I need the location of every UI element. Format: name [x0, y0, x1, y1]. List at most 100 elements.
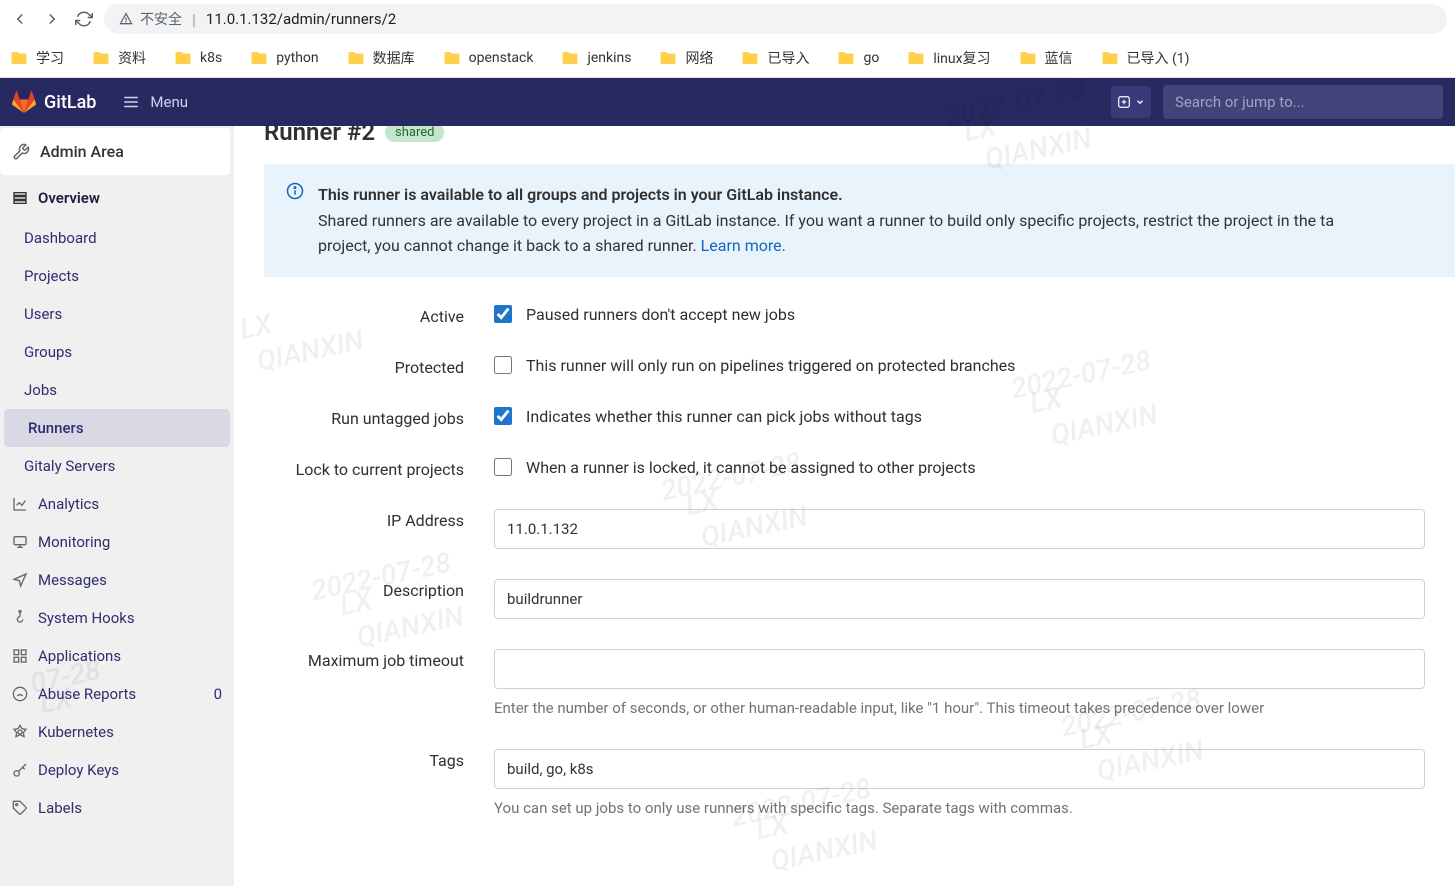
sidebar-item-groups[interactable]: Groups	[0, 333, 234, 371]
abuse-icon	[12, 686, 28, 702]
hooks-icon	[12, 610, 28, 626]
gitlab-icon	[12, 90, 36, 114]
bookmark-item[interactable]: python	[250, 49, 318, 67]
sidebar-cat-apps[interactable]: Applications	[0, 637, 234, 675]
bookmark-item[interactable]: linux复习	[907, 48, 990, 68]
badge: 0	[214, 685, 222, 703]
menu-label: Menu	[150, 93, 188, 111]
sidebar-item-runners[interactable]: Runners	[4, 409, 230, 447]
sidebar-item-users[interactable]: Users	[0, 295, 234, 333]
tags-input[interactable]	[494, 749, 1425, 789]
gitlab-logo[interactable]: GitLab	[12, 90, 96, 114]
k8s-icon	[12, 724, 28, 740]
sidebar-cat-keys[interactable]: Deploy Keys	[0, 751, 234, 789]
sidebar-item-label: Jobs	[24, 381, 57, 399]
active-help: Paused runners don't accept new jobs	[526, 305, 795, 324]
untagged-checkbox[interactable]	[494, 407, 512, 425]
sidebar-item-jobs[interactable]: Jobs	[0, 371, 234, 409]
sidebar-item-projects[interactable]: Projects	[0, 257, 234, 295]
search-input[interactable]: Search or jump to...	[1163, 85, 1443, 119]
protected-checkbox[interactable]	[494, 356, 512, 374]
timeout-input[interactable]	[494, 649, 1425, 689]
active-label: Active	[264, 305, 464, 326]
sidebar-cat-messages[interactable]: Messages	[0, 561, 234, 599]
page-title: Runner #2	[264, 126, 375, 146]
bookmark-label: openstack	[469, 50, 534, 66]
bookmark-item[interactable]: 网络	[659, 48, 713, 68]
sidebar-cat-monitoring[interactable]: Monitoring	[0, 523, 234, 561]
protected-help: This runner will only run on pipelines t…	[526, 356, 1015, 375]
overview-label: Overview	[38, 189, 100, 207]
sidebar-item-dashboard[interactable]: Dashboard	[0, 219, 234, 257]
sidebar-item-label: Dashboard	[24, 229, 97, 247]
bookmark-item[interactable]: 已导入 (1)	[1101, 48, 1190, 68]
sidebar-cat-analytics[interactable]: Analytics	[0, 485, 234, 523]
bookmark-label: python	[276, 50, 318, 66]
main-content: Runner #2 shared This runner is availabl…	[234, 126, 1455, 886]
desc-label: Description	[264, 579, 464, 600]
sidebar-cat-hooks[interactable]: System Hooks	[0, 599, 234, 637]
bookmark-item[interactable]: go	[837, 49, 879, 67]
sidebar-cat-label: Abuse Reports	[38, 685, 204, 703]
sidebar-item-label: Gitaly Servers	[24, 457, 115, 475]
reload-button[interactable]	[72, 7, 96, 31]
new-dropdown[interactable]	[1111, 86, 1151, 118]
sidebar-cat-label: Analytics	[38, 495, 222, 513]
sidebar-item-gitaly-servers[interactable]: Gitaly Servers	[0, 447, 234, 485]
learn-more-link[interactable]: Learn more.	[701, 236, 786, 255]
bookmark-item[interactable]: 数据库	[347, 48, 415, 68]
active-checkbox[interactable]	[494, 305, 512, 323]
hamburger-icon	[122, 93, 140, 111]
protected-label: Protected	[264, 356, 464, 377]
folder-icon	[837, 49, 855, 67]
back-button[interactable]	[8, 7, 32, 31]
timeout-help: Enter the number of seconds, or other hu…	[494, 697, 1425, 720]
admin-area-link[interactable]: Admin Area	[0, 128, 230, 175]
gitlab-brand: GitLab	[44, 92, 96, 113]
bookmark-label: 已导入 (1)	[1127, 48, 1190, 68]
bookmark-item[interactable]: 学习	[10, 48, 64, 68]
sidebar-cat-abuse[interactable]: Abuse Reports 0	[0, 675, 234, 713]
lock-checkbox[interactable]	[494, 458, 512, 476]
desc-input[interactable]	[494, 579, 1425, 619]
sidebar-cat-k8s[interactable]: Kubernetes	[0, 713, 234, 751]
overview-icon	[12, 190, 28, 206]
address-bar[interactable]: 不安全 | 11.0.1.132/admin/runners/2	[104, 4, 1447, 34]
sidebar-item-label: Groups	[24, 343, 72, 361]
folder-icon	[907, 49, 925, 67]
bookmark-item[interactable]: jenkins	[561, 49, 631, 67]
banner-body1: Shared runners are available to every pr…	[318, 211, 1334, 230]
bookmark-label: go	[863, 50, 879, 66]
apps-icon	[12, 648, 28, 664]
banner-body2: project, you cannot change it back to a …	[318, 236, 701, 255]
folder-icon	[1101, 49, 1119, 67]
overview-head[interactable]: Overview	[0, 177, 234, 219]
sidebar-cat-labels[interactable]: Labels	[0, 789, 234, 827]
menu-button[interactable]: Menu	[122, 93, 188, 111]
shared-badge: shared	[385, 126, 444, 142]
keys-icon	[12, 762, 28, 778]
bookmark-item[interactable]: 蓝信	[1019, 48, 1073, 68]
url-text: 11.0.1.132/admin/runners/2	[206, 10, 396, 28]
bookmark-item[interactable]: 资料	[92, 48, 146, 68]
sidebar-item-label: Projects	[24, 267, 79, 285]
untagged-label: Run untagged jobs	[264, 407, 464, 428]
bookmark-item[interactable]: openstack	[443, 49, 534, 67]
labels-icon	[12, 800, 28, 816]
folder-icon	[347, 49, 365, 67]
ip-input[interactable]	[494, 509, 1425, 549]
sidebar-cat-label: Monitoring	[38, 533, 222, 551]
bookmark-item[interactable]: 已导入	[741, 48, 809, 68]
sidebar-cat-label: System Hooks	[38, 609, 222, 627]
warning-icon	[118, 11, 134, 27]
timeout-label: Maximum job timeout	[264, 649, 464, 670]
folder-icon	[1019, 49, 1037, 67]
insecure-indicator: 不安全	[118, 9, 182, 29]
bookmark-item[interactable]: k8s	[174, 49, 222, 67]
forward-button[interactable]	[40, 7, 64, 31]
wrench-icon	[12, 143, 30, 161]
lock-help: When a runner is locked, it cannot be as…	[526, 458, 976, 477]
sidebar-cat-label: Kubernetes	[38, 723, 222, 741]
analytics-icon	[12, 496, 28, 512]
folder-icon	[561, 49, 579, 67]
